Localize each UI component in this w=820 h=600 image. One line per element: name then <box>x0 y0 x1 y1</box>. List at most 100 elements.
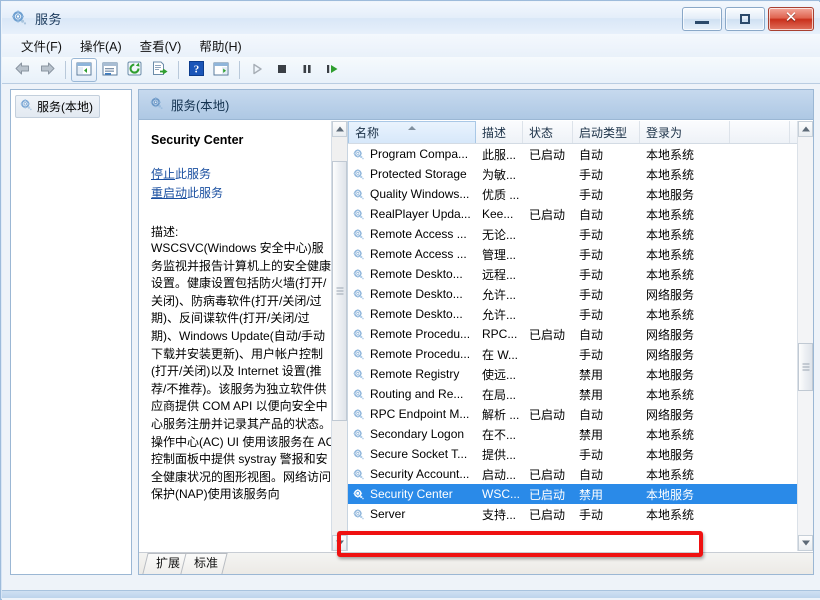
cell-log_on_as: 本地系统 <box>640 166 730 183</box>
cell-description: 启动... <box>476 466 523 483</box>
back-button[interactable] <box>10 59 34 81</box>
detail-scrollbar[interactable] <box>331 121 347 551</box>
table-row[interactable]: Remote Deskto...允许...手动网络服务 <box>348 284 797 304</box>
table-row[interactable]: Protected Storage为敏...手动本地系统 <box>348 164 797 184</box>
table-row[interactable]: Remote Access ...管理...手动本地系统 <box>348 244 797 264</box>
table-row[interactable]: Server支持...已启动手动本地系统 <box>348 504 797 524</box>
table-row[interactable]: Secondary Logon在不...禁用本地系统 <box>348 424 797 444</box>
cell-name: Remote Deskto... <box>348 287 476 301</box>
show-hide-tree-button[interactable] <box>71 58 97 82</box>
cell-startup_type: 自动 <box>573 406 640 423</box>
cell-log_on_as: 本地服务 <box>640 486 730 503</box>
list-scroll-down-button[interactable] <box>798 535 813 551</box>
tab-standard[interactable]: 标准 <box>180 553 227 574</box>
tab-label: 扩展 <box>156 554 180 573</box>
table-row[interactable]: RPC Endpoint M...解析 ...已启动自动网络服务 <box>348 404 797 424</box>
export-list-button[interactable] <box>148 59 172 81</box>
menu-file[interactable]: 文件(F) <box>12 34 71 57</box>
list-scroll-up-button[interactable] <box>798 121 813 137</box>
stop-service-link[interactable]: 停止此服务 <box>151 165 335 184</box>
table-row[interactable]: Security CenterWSC...已启动禁用本地服务 <box>348 484 797 504</box>
cell-description: 允许... <box>476 306 523 323</box>
cell-description: 在局... <box>476 386 523 403</box>
list-scroll-thumb[interactable] <box>798 343 813 391</box>
table-row[interactable]: Remote Access ...无论...手动本地系统 <box>348 224 797 244</box>
service-gear-icon <box>352 428 365 441</box>
cell-description: 此服... <box>476 146 523 163</box>
scroll-grip-icon <box>336 288 343 295</box>
svg-text:?: ? <box>193 64 199 76</box>
cell-startup_type: 手动 <box>573 186 640 203</box>
cell-log_on_as: 本地系统 <box>640 426 730 443</box>
table-row[interactable]: RealPlayer Upda...Kee...已启动自动本地系统 <box>348 204 797 224</box>
cell-name: Remote Access ... <box>348 247 476 261</box>
tree-node-services-local[interactable]: 服务(本地) <box>15 95 100 118</box>
service-name-text: Remote Procedu... <box>370 327 470 341</box>
pause-service-button[interactable] <box>295 59 319 81</box>
service-gear-icon <box>352 448 365 461</box>
title-bar: 服务 ✕ <box>2 2 820 34</box>
column-header-status[interactable]: 状态 <box>523 121 573 143</box>
column-header-startup_type[interactable]: 启动类型 <box>573 121 640 143</box>
cell-log_on_as: 本地系统 <box>640 306 730 323</box>
close-button[interactable]: ✕ <box>768 7 814 31</box>
list-scrollbar[interactable] <box>797 121 813 551</box>
forward-button[interactable] <box>35 59 59 81</box>
restart-service-link[interactable]: 重启动此服务 <box>151 184 335 203</box>
minimize-button[interactable] <box>682 7 722 31</box>
cell-description: 在不... <box>476 426 523 443</box>
detail-scroll-down-button[interactable] <box>332 535 347 551</box>
service-name-text: RealPlayer Upda... <box>370 207 471 221</box>
cell-status: 已启动 <box>523 466 573 483</box>
detail-scroll-up-button[interactable] <box>332 121 347 137</box>
table-row[interactable]: Quality Windows...优质 ...手动本地服务 <box>348 184 797 204</box>
cell-status: 已启动 <box>523 206 573 223</box>
table-row[interactable]: Remote Procedu...RPC...已启动自动网络服务 <box>348 324 797 344</box>
stop-service-button[interactable] <box>270 59 294 81</box>
column-header-description[interactable]: 描述 <box>476 121 523 143</box>
column-header-log_on_as[interactable]: 登录为 <box>640 121 730 143</box>
start-service-button[interactable] <box>245 59 269 81</box>
properties-button[interactable] <box>98 59 122 81</box>
list-header-row: 名称描述状态启动类型登录为 <box>348 121 813 144</box>
table-row[interactable]: Security Account...启动...已启动自动本地系统 <box>348 464 797 484</box>
play-triangle-icon <box>250 62 264 79</box>
cell-status: 已启动 <box>523 506 573 523</box>
cell-description: 解析 ... <box>476 406 523 423</box>
table-row[interactable]: Program Compa...此服...已启动自动本地系统 <box>348 144 797 164</box>
column-header-spacer[interactable] <box>730 121 790 143</box>
pane-body: Security Center 停止此服务 重启动此服务 描述: WSCSVC(… <box>139 121 813 551</box>
cell-name: Remote Deskto... <box>348 307 476 321</box>
console-tree-icon <box>76 62 92 79</box>
cell-description: 无论... <box>476 226 523 243</box>
detail-scroll-thumb[interactable] <box>332 161 347 421</box>
service-gear-icon <box>352 228 365 241</box>
table-row[interactable]: Routing and Re...在局...禁用本地系统 <box>348 384 797 404</box>
menu-action[interactable]: 操作(A) <box>71 34 131 57</box>
content-area: 服务(本地) <box>2 84 820 600</box>
cell-log_on_as: 本地系统 <box>640 246 730 263</box>
cell-startup_type: 手动 <box>573 346 640 363</box>
service-gear-icon <box>352 468 365 481</box>
restart-service-button[interactable] <box>320 59 344 81</box>
refresh-button[interactable] <box>123 59 147 81</box>
table-row[interactable]: Secure Socket T...提供...手动本地服务 <box>348 444 797 464</box>
cell-log_on_as: 本地系统 <box>640 206 730 223</box>
table-row[interactable]: Remote Deskto...允许...手动本地系统 <box>348 304 797 324</box>
service-gear-icon <box>352 208 365 221</box>
service-gear-icon <box>352 288 365 301</box>
menu-view[interactable]: 查看(V) <box>131 34 191 57</box>
maximize-button[interactable] <box>725 7 765 31</box>
table-row[interactable]: Remote Procedu...在 W...手动网络服务 <box>348 344 797 364</box>
table-row[interactable]: Remote Deskto...远程...手动本地系统 <box>348 264 797 284</box>
column-header-name[interactable]: 名称 <box>348 121 476 143</box>
cell-log_on_as: 本地系统 <box>640 226 730 243</box>
show-action-pane-button[interactable] <box>209 59 233 81</box>
restart-service-link-text: 重启动 <box>151 186 187 200</box>
table-row[interactable]: Remote Registry使远...禁用本地服务 <box>348 364 797 384</box>
services-list: 名称描述状态启动类型登录为 Program Compa...此服...已启动自动… <box>348 121 813 551</box>
menu-help[interactable]: 帮助(H) <box>190 34 250 57</box>
help-button[interactable]: ? <box>184 59 208 81</box>
view-tabs: 扩展标准 <box>139 552 813 574</box>
chevron-up-icon <box>336 127 344 132</box>
